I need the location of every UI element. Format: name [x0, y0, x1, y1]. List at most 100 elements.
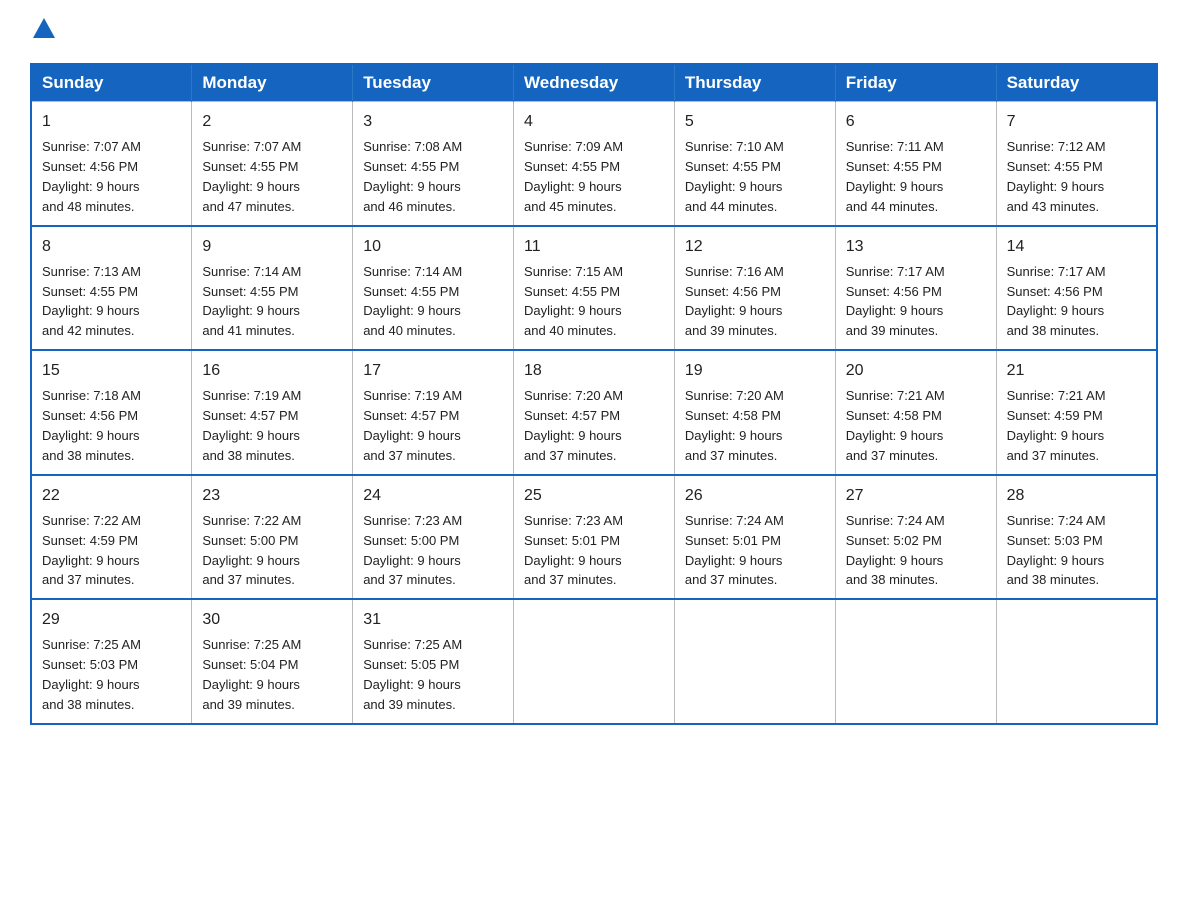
day-number: 16 [202, 359, 342, 382]
calendar-cell: 13 Sunrise: 7:17 AMSunset: 4:56 PMDayligh… [835, 226, 996, 351]
day-sunrise-info: Sunrise: 7:10 AMSunset: 4:55 PMDaylight:… [685, 139, 784, 214]
day-sunrise-info: Sunrise: 7:14 AMSunset: 4:55 PMDaylight:… [363, 264, 462, 339]
calendar-cell: 6 Sunrise: 7:11 AMSunset: 4:55 PMDaylight… [835, 102, 996, 226]
day-number: 23 [202, 484, 342, 507]
day-header-thursday: Thursday [674, 64, 835, 102]
day-number: 8 [42, 235, 181, 258]
day-number: 26 [685, 484, 825, 507]
day-number: 12 [685, 235, 825, 258]
day-number: 7 [1007, 110, 1146, 133]
calendar-cell: 31Sunrise: 7:25 AMSunset: 5:05 PMDayligh… [353, 599, 514, 724]
calendar-week-row: 22 Sunrise: 7:22 AMSunset: 4:59 PMDayligh… [31, 475, 1157, 600]
day-sunrise-info: Sunrise: 7:22 AMSunset: 4:59 PMDaylight:… [42, 513, 141, 588]
day-sunrise-info: Sunrise: 7:08 AMSunset: 4:55 PMDaylight:… [363, 139, 462, 214]
calendar-cell: 29 Sunrise: 7:25 AMSunset: 5:03 PMDayligh… [31, 599, 192, 724]
calendar-cell: 7Sunrise: 7:12 AMSunset: 4:55 PMDaylight… [996, 102, 1157, 226]
calendar-cell: 18Sunrise: 7:20 AMSunset: 4:57 PMDayligh… [514, 350, 675, 475]
day-sunrise-info: Sunrise: 7:25 AMSunset: 5:05 PMDaylight:… [363, 637, 462, 712]
calendar-cell: 25 Sunrise: 7:23 AMSunset: 5:01 PMDayligh… [514, 475, 675, 600]
day-sunrise-info: Sunrise: 7:09 AMSunset: 4:55 PMDaylight:… [524, 139, 623, 214]
calendar-cell: 11Sunrise: 7:15 AMSunset: 4:55 PMDayligh… [514, 226, 675, 351]
day-sunrise-info: Sunrise: 7:20 AMSunset: 4:58 PMDaylight:… [685, 388, 784, 463]
logo [30, 20, 55, 45]
day-number: 9 [202, 235, 342, 258]
day-number: 10 [363, 235, 503, 258]
calendar-cell: 9 Sunrise: 7:14 AMSunset: 4:55 PMDaylight… [192, 226, 353, 351]
calendar-week-row: 1 Sunrise: 7:07 AMSunset: 4:56 PMDaylight… [31, 102, 1157, 226]
day-sunrise-info: Sunrise: 7:07 AMSunset: 4:56 PMDaylight:… [42, 139, 141, 214]
day-number: 17 [363, 359, 503, 382]
calendar-cell: 4Sunrise: 7:09 AMSunset: 4:55 PMDaylight… [514, 102, 675, 226]
day-sunrise-info: Sunrise: 7:21 AMSunset: 4:59 PMDaylight:… [1007, 388, 1106, 463]
day-number: 24 [363, 484, 503, 507]
calendar-cell: 2 Sunrise: 7:07 AMSunset: 4:55 PMDaylight… [192, 102, 353, 226]
logo-triangle-icon [33, 18, 55, 43]
calendar-header-row: SundayMondayTuesdayWednesdayThursdayFrid… [31, 64, 1157, 102]
day-number: 27 [846, 484, 986, 507]
day-number: 1 [42, 110, 181, 133]
day-header-friday: Friday [835, 64, 996, 102]
day-sunrise-info: Sunrise: 7:24 AMSunset: 5:02 PMDaylight:… [846, 513, 945, 588]
day-sunrise-info: Sunrise: 7:07 AMSunset: 4:55 PMDaylight:… [202, 139, 301, 214]
day-header-tuesday: Tuesday [353, 64, 514, 102]
calendar-cell: 20 Sunrise: 7:21 AMSunset: 4:58 PMDayligh… [835, 350, 996, 475]
day-number: 3 [363, 110, 503, 133]
day-sunrise-info: Sunrise: 7:18 AMSunset: 4:56 PMDaylight:… [42, 388, 141, 463]
day-number: 14 [1007, 235, 1146, 258]
page-header [30, 20, 1158, 45]
day-sunrise-info: Sunrise: 7:25 AMSunset: 5:04 PMDaylight:… [202, 637, 301, 712]
calendar-table: SundayMondayTuesdayWednesdayThursdayFrid… [30, 63, 1158, 725]
calendar-cell: 19Sunrise: 7:20 AMSunset: 4:58 PMDayligh… [674, 350, 835, 475]
day-sunrise-info: Sunrise: 7:24 AMSunset: 5:01 PMDaylight:… [685, 513, 784, 588]
calendar-cell: 14 Sunrise: 7:17 AMSunset: 4:56 PMDayligh… [996, 226, 1157, 351]
day-number: 28 [1007, 484, 1146, 507]
day-number: 13 [846, 235, 986, 258]
day-number: 29 [42, 608, 181, 631]
calendar-cell: 17 Sunrise: 7:19 AMSunset: 4:57 PMDayligh… [353, 350, 514, 475]
day-sunrise-info: Sunrise: 7:25 AMSunset: 5:03 PMDaylight:… [42, 637, 141, 712]
day-number: 2 [202, 110, 342, 133]
day-sunrise-info: Sunrise: 7:21 AMSunset: 4:58 PMDaylight:… [846, 388, 945, 463]
day-sunrise-info: Sunrise: 7:23 AMSunset: 5:01 PMDaylight:… [524, 513, 623, 588]
day-sunrise-info: Sunrise: 7:14 AMSunset: 4:55 PMDaylight:… [202, 264, 301, 339]
day-number: 25 [524, 484, 664, 507]
day-number: 20 [846, 359, 986, 382]
day-sunrise-info: Sunrise: 7:24 AMSunset: 5:03 PMDaylight:… [1007, 513, 1106, 588]
day-sunrise-info: Sunrise: 7:13 AMSunset: 4:55 PMDaylight:… [42, 264, 141, 339]
calendar-cell: 24 Sunrise: 7:23 AMSunset: 5:00 PMDayligh… [353, 475, 514, 600]
calendar-cell: 26 Sunrise: 7:24 AMSunset: 5:01 PMDayligh… [674, 475, 835, 600]
calendar-cell: 10 Sunrise: 7:14 AMSunset: 4:55 PMDayligh… [353, 226, 514, 351]
calendar-week-row: 29 Sunrise: 7:25 AMSunset: 5:03 PMDayligh… [31, 599, 1157, 724]
day-header-monday: Monday [192, 64, 353, 102]
day-number: 21 [1007, 359, 1146, 382]
calendar-cell: 8 Sunrise: 7:13 AMSunset: 4:55 PMDaylight… [31, 226, 192, 351]
day-sunrise-info: Sunrise: 7:11 AMSunset: 4:55 PMDaylight:… [846, 139, 944, 214]
day-number: 30 [202, 608, 342, 631]
calendar-cell [835, 599, 996, 724]
day-sunrise-info: Sunrise: 7:22 AMSunset: 5:00 PMDaylight:… [202, 513, 301, 588]
calendar-cell: 12 Sunrise: 7:16 AMSunset: 4:56 PMDayligh… [674, 226, 835, 351]
day-sunrise-info: Sunrise: 7:19 AMSunset: 4:57 PMDaylight:… [202, 388, 301, 463]
day-sunrise-info: Sunrise: 7:17 AMSunset: 4:56 PMDaylight:… [1007, 264, 1106, 339]
calendar-cell: 27 Sunrise: 7:24 AMSunset: 5:02 PMDayligh… [835, 475, 996, 600]
calendar-cell: 23 Sunrise: 7:22 AMSunset: 5:00 PMDayligh… [192, 475, 353, 600]
calendar-cell: 16 Sunrise: 7:19 AMSunset: 4:57 PMDayligh… [192, 350, 353, 475]
day-number: 6 [846, 110, 986, 133]
day-sunrise-info: Sunrise: 7:23 AMSunset: 5:00 PMDaylight:… [363, 513, 462, 588]
calendar-cell: 15 Sunrise: 7:18 AMSunset: 4:56 PMDayligh… [31, 350, 192, 475]
day-sunrise-info: Sunrise: 7:19 AMSunset: 4:57 PMDaylight:… [363, 388, 462, 463]
day-header-sunday: Sunday [31, 64, 192, 102]
calendar-week-row: 15 Sunrise: 7:18 AMSunset: 4:56 PMDayligh… [31, 350, 1157, 475]
day-sunrise-info: Sunrise: 7:17 AMSunset: 4:56 PMDaylight:… [846, 264, 945, 339]
day-header-saturday: Saturday [996, 64, 1157, 102]
calendar-cell: 3 Sunrise: 7:08 AMSunset: 4:55 PMDaylight… [353, 102, 514, 226]
day-number: 15 [42, 359, 181, 382]
calendar-cell [674, 599, 835, 724]
day-sunrise-info: Sunrise: 7:16 AMSunset: 4:56 PMDaylight:… [685, 264, 784, 339]
day-number: 18 [524, 359, 664, 382]
day-sunrise-info: Sunrise: 7:15 AMSunset: 4:55 PMDaylight:… [524, 264, 623, 339]
calendar-cell: 28 Sunrise: 7:24 AMSunset: 5:03 PMDayligh… [996, 475, 1157, 600]
calendar-cell: 22 Sunrise: 7:22 AMSunset: 4:59 PMDayligh… [31, 475, 192, 600]
day-header-wednesday: Wednesday [514, 64, 675, 102]
day-number: 22 [42, 484, 181, 507]
